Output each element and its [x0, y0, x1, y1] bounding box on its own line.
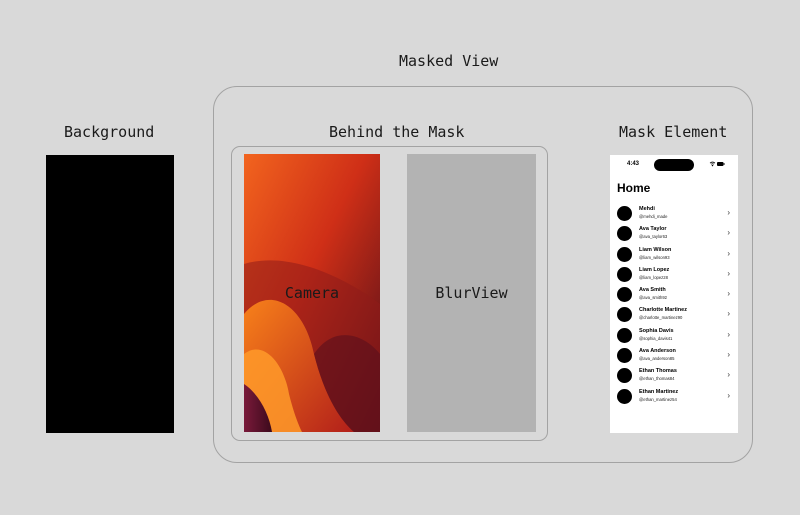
user-name: Charlotte Martinez	[639, 307, 687, 314]
user-name: Ethan Thomas	[639, 368, 677, 375]
blurview-panel: BlurView	[407, 154, 536, 432]
list-item[interactable]: Mehdi @mehdi_made ›	[617, 205, 732, 225]
avatar	[617, 307, 632, 323]
status-time: 4:43	[627, 161, 640, 167]
user-handle: @liam_lopez28	[639, 274, 668, 280]
chevron-right-icon: ›	[727, 350, 730, 360]
blurview-label: BlurView	[435, 284, 508, 302]
chevron-right-icon: ›	[727, 329, 730, 339]
avatar	[617, 368, 632, 384]
list-item[interactable]: Ava Anderson @ava_anderson85 ›	[617, 347, 732, 367]
list-item[interactable]: Sophia Davis @sophia_davis41 ›	[617, 327, 732, 347]
list-item[interactable]: Ava Taylor @ava_taylor63 ›	[617, 225, 732, 245]
avatar	[617, 287, 632, 303]
user-handle: @liam_wilson93	[639, 254, 670, 260]
avatar	[617, 388, 632, 404]
avatar	[617, 266, 632, 282]
chevron-right-icon: ›	[727, 208, 730, 217]
user-handle: @sophia_davis41	[639, 335, 673, 341]
chevron-right-icon: ›	[727, 370, 730, 380]
status-icons	[709, 161, 725, 169]
list-item[interactable]: Charlotte Martinez @charlotte_martinez90 ›	[617, 306, 732, 326]
chevron-right-icon: ›	[727, 228, 730, 238]
chevron-right-icon: ›	[727, 268, 730, 278]
wifi-icon	[709, 161, 716, 167]
avatar	[617, 226, 632, 242]
user-name: Liam Wilson	[639, 246, 672, 253]
chevron-right-icon: ›	[727, 248, 730, 258]
list-item[interactable]: Ethan Thomas @ethan_thomas84 ›	[617, 367, 732, 387]
user-handle: @ava_smith92	[639, 295, 667, 301]
chevron-right-icon: ›	[727, 390, 730, 400]
dynamic-island	[654, 159, 694, 171]
background-label: Background	[64, 123, 155, 141]
phone-mask-element: 4:43 Home Mehdi @mehdi_made › Ava Taylor @av…	[610, 155, 738, 433]
user-name: Sophia Davis	[639, 327, 674, 334]
list-item[interactable]: Liam Wilson @liam_wilson93 ›	[617, 246, 732, 266]
user-name: Ava Taylor	[639, 226, 667, 233]
user-name: Ethan Martinez	[639, 388, 679, 395]
masked-view-label: Masked View	[399, 52, 499, 70]
avatar	[617, 327, 632, 343]
user-handle: @ethan_thomas84	[639, 376, 675, 382]
page-title: Home	[617, 181, 651, 195]
list-item[interactable]: Liam Lopez @liam_lopez28 ›	[617, 266, 732, 286]
user-handle: @ethan_martinez54	[639, 396, 677, 402]
camera-panel: Camera	[244, 154, 380, 432]
user-handle: @ava_taylor63	[639, 234, 668, 240]
user-name: Ava Anderson	[639, 348, 676, 355]
user-handle: @mehdi_made	[639, 214, 668, 219]
background-panel	[46, 155, 174, 433]
camera-label: Camera	[284, 284, 340, 302]
avatar	[617, 206, 632, 221]
chevron-right-icon: ›	[727, 309, 730, 319]
list-item[interactable]: Ava Smith @ava_smith92 ›	[617, 286, 732, 306]
user-name: Ava Smith	[639, 287, 666, 294]
avatar	[617, 348, 632, 364]
battery-icon	[717, 162, 725, 166]
list-item[interactable]: Ethan Martinez @ethan_martinez54 ›	[617, 388, 732, 408]
chevron-right-icon: ›	[727, 289, 730, 299]
user-name: Liam Lopez	[639, 266, 670, 273]
avatar	[617, 246, 632, 262]
user-handle: @ava_anderson85	[639, 356, 675, 362]
user-handle: @charlotte_martinez90	[639, 315, 683, 321]
user-name: Mehdi	[639, 206, 655, 212]
user-list: Mehdi @mehdi_made › Ava Taylor @ava_taylor63…	[617, 205, 732, 408]
